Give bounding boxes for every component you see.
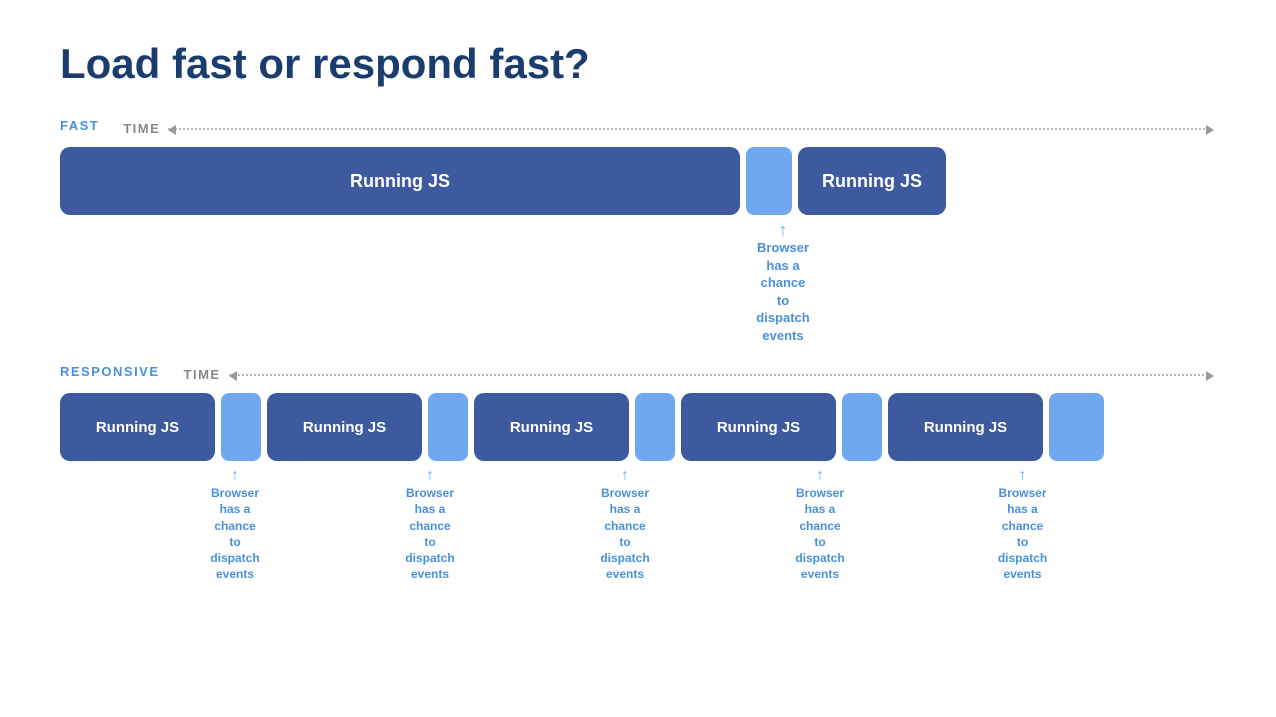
- resp-ann-arrow-3: ↑: [621, 467, 629, 485]
- resp-js-5: Running JS: [888, 393, 1043, 461]
- resp-gap-2: [428, 393, 468, 461]
- resp-ann-5: ↑ Browser has achance todispatch events: [995, 467, 1050, 582]
- fast-js-label-1: Running JS: [350, 171, 450, 192]
- fast-ann-item: ↑ Browser has achance todispatch events: [760, 221, 806, 344]
- responsive-timeline-header: RESPONSIVE TIME: [60, 364, 1216, 385]
- resp-js-1: Running JS: [60, 393, 215, 461]
- resp-gap-5: [1049, 393, 1104, 461]
- resp-gap-4: [842, 393, 882, 461]
- responsive-section: RESPONSIVE TIME Running JS Running JS Ru…: [60, 364, 1216, 582]
- page-title: Load fast or respond fast?: [60, 40, 1216, 88]
- resp-ann-3: ↑ Browser has achance todispatch events: [605, 467, 645, 582]
- resp-ann-2: ↑ Browser has achance todispatch events: [410, 467, 450, 582]
- fast-label: FAST: [60, 118, 99, 133]
- fast-annotation-wrapper: ↑ Browser has achance todispatch events: [60, 221, 1216, 344]
- responsive-dotted-arrow: [229, 374, 1208, 376]
- fast-timeline-header: FAST TIME: [60, 118, 1216, 139]
- resp-js-label-1: Running JS: [96, 419, 179, 436]
- responsive-timeline: Running JS Running JS Running JS Running…: [60, 393, 1216, 582]
- resp-ann-4: ↑ Browser has achance todispatch events: [800, 467, 840, 582]
- fast-js-label-2: Running JS: [822, 171, 922, 192]
- fast-section: FAST TIME Running JS Running JS ↑ Brows: [60, 118, 1216, 344]
- fast-arrow-left: [168, 125, 176, 135]
- resp-ann-arrow-2: ↑: [426, 467, 434, 485]
- resp-gap-1: [221, 393, 261, 461]
- responsive-arrow-left: [229, 371, 237, 381]
- fast-timeline: Running JS Running JS ↑ Browser has acha…: [60, 147, 1216, 344]
- resp-js-2: Running JS: [267, 393, 422, 461]
- fast-js-block-1: Running JS: [60, 147, 740, 215]
- resp-annotations-row: ↑ Browser has achance todispatch events …: [60, 467, 1216, 582]
- resp-js-label-2: Running JS: [303, 419, 386, 436]
- resp-ann-arrow-1: ↑: [231, 467, 239, 485]
- resp-js-label-3: Running JS: [510, 419, 593, 436]
- fast-time-label: TIME: [123, 121, 160, 136]
- resp-ann-text-5: Browser has achance todispatch events: [995, 485, 1050, 582]
- resp-js-4: Running JS: [681, 393, 836, 461]
- resp-ann-text-4: Browser has achance todispatch events: [795, 485, 844, 582]
- resp-ann-text-3: Browser has achance todispatch events: [600, 485, 649, 582]
- resp-js-3: Running JS: [474, 393, 629, 461]
- resp-ann-text-1: Browser has achance todispatch events: [210, 485, 259, 582]
- responsive-blocks: Running JS Running JS Running JS Running…: [60, 393, 1216, 461]
- resp-ann-text-2: Browser has achance todispatch events: [405, 485, 454, 582]
- responsive-label: RESPONSIVE: [60, 364, 160, 379]
- resp-ann-arrow-5: ↑: [1019, 467, 1027, 485]
- fast-ann-text: Browser has achance todispatch events: [756, 239, 809, 344]
- resp-js-label-5: Running JS: [924, 419, 1007, 436]
- fast-dotted-arrow: [168, 128, 1208, 130]
- responsive-time-label: TIME: [184, 367, 221, 382]
- resp-gap-3: [635, 393, 675, 461]
- resp-js-label-4: Running JS: [717, 419, 800, 436]
- resp-ann-1: ↑ Browser has achance todispatch events: [215, 467, 255, 582]
- fast-blocks: Running JS Running JS: [60, 147, 1216, 215]
- fast-ann-arrow: ↑: [779, 221, 788, 239]
- resp-ann-arrow-4: ↑: [816, 467, 824, 485]
- fast-gap-block: [746, 147, 792, 215]
- fast-js-block-2: Running JS: [798, 147, 946, 215]
